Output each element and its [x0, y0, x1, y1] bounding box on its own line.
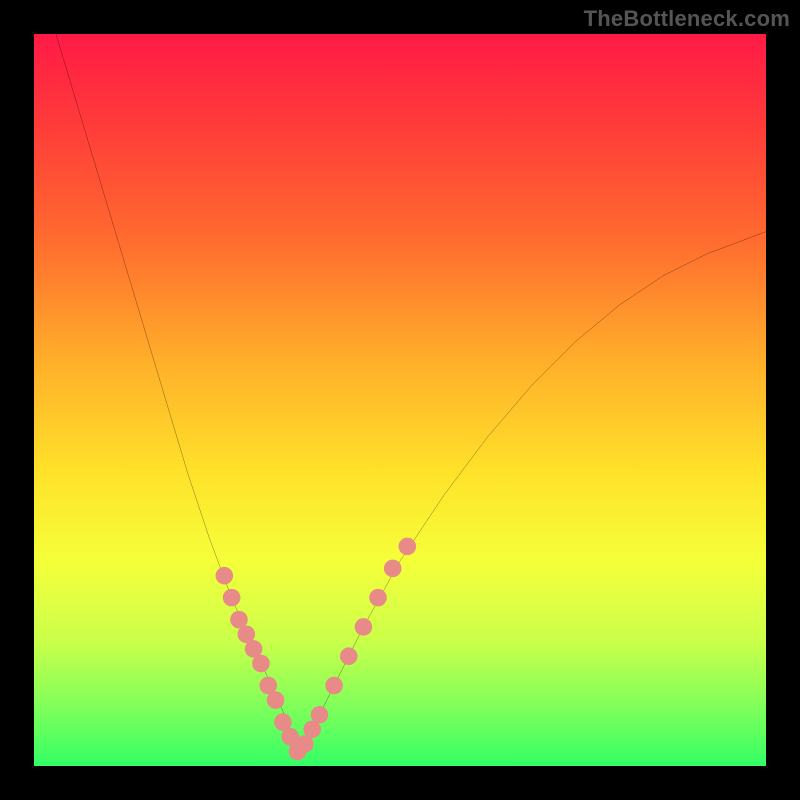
curve-overlay — [34, 34, 766, 766]
chart-frame: TheBottleneck.com — [0, 0, 800, 800]
marker-right-marker-band — [355, 618, 373, 636]
marker-right-marker-band — [311, 706, 329, 724]
marker-left-marker-band — [252, 655, 270, 673]
marker-right-marker-band — [399, 538, 417, 556]
curve-left-branch — [56, 34, 298, 751]
curve-right-branch — [298, 232, 766, 752]
plot-area — [34, 34, 766, 766]
watermark-label: TheBottleneck.com — [584, 6, 790, 32]
marker-right-marker-band — [325, 677, 343, 695]
marker-left-marker-band — [216, 567, 234, 585]
marker-left-marker-band — [267, 691, 285, 709]
marker-right-marker-band — [369, 589, 387, 607]
marker-right-marker-band — [340, 647, 358, 665]
marker-right-marker-band — [384, 560, 402, 578]
marker-left-marker-band — [223, 589, 241, 607]
